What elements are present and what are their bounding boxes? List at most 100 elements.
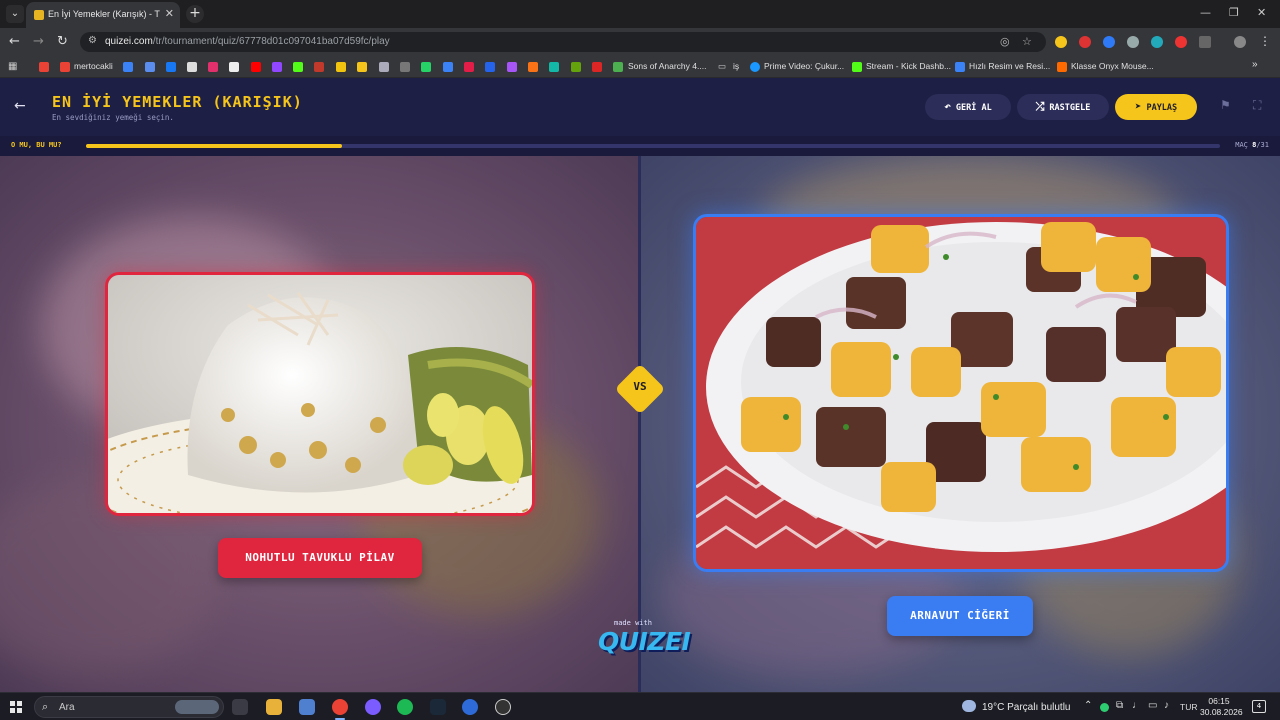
reload-icon[interactable]: ↻ (57, 34, 68, 49)
restore-icon[interactable]: ❐ (1229, 6, 1239, 19)
bookmark-icon[interactable] (464, 62, 474, 72)
random-button[interactable]: ⤮ RASTGELE (1017, 94, 1109, 120)
gmail-icon[interactable] (39, 62, 49, 72)
new-tab-button[interactable]: + (186, 5, 204, 23)
bookmark-klasse-onyx[interactable]: Klasse Onyx Mouse... (1071, 61, 1154, 71)
pilaf-image (108, 275, 532, 513)
browser-tab[interactable]: En İyi Yemekler (Karışık) - Tier Li ✕ (26, 2, 180, 28)
instagram-icon[interactable] (208, 62, 218, 72)
browser-back-icon[interactable]: ← (9, 34, 20, 49)
app-icon[interactable] (462, 699, 478, 715)
share-button[interactable]: ➤ PAYLAŞ (1115, 94, 1197, 120)
bookmark-icon[interactable] (485, 62, 495, 72)
kick-icon[interactable] (852, 62, 862, 72)
network-icon[interactable]: ▭ (1148, 700, 1157, 711)
more-bookmarks-icon[interactable]: » (1252, 59, 1258, 70)
chrome-icon[interactable] (332, 699, 348, 715)
language-indicator[interactable]: TUR (1180, 702, 1197, 712)
tray-app-icon[interactable]: ⧉ (1116, 700, 1123, 711)
bookmark-mertocakli[interactable]: mertocakli (74, 61, 113, 71)
eye-off-icon[interactable]: ◎ (1000, 35, 1010, 48)
bookmark-icon[interactable] (379, 62, 389, 72)
discord-icon[interactable] (365, 699, 381, 715)
right-option-button[interactable]: ARNAVUT CİĞERİ (887, 596, 1033, 636)
left-option-button[interactable]: NOHUTLU TAVUKLU PİLAV (218, 538, 422, 578)
undo-button[interactable]: ↶ GERİ AL (925, 94, 1011, 120)
windows-start-icon[interactable] (10, 701, 22, 713)
center-divider (638, 156, 641, 692)
app-icon[interactable] (495, 699, 511, 715)
back-arrow-icon[interactable]: ← (14, 98, 26, 114)
weather-widget[interactable]: 19°C Parçalı bulutlu (962, 700, 1071, 713)
bookmark-sons-of-anarchy[interactable]: Sons of Anarchy 4.... (628, 61, 706, 71)
notifications-icon[interactable]: 4 (1252, 700, 1266, 713)
close-window-icon[interactable]: ✕ (1257, 6, 1266, 19)
tab-search-button[interactable]: ⌄ (6, 5, 24, 23)
bookmark-icon[interactable] (314, 62, 324, 72)
tab-close-icon[interactable]: ✕ (165, 7, 174, 20)
calculator-icon[interactable] (299, 699, 315, 715)
fullscreen-icon[interactable]: ⛶ (1253, 98, 1261, 113)
left-option-card[interactable] (105, 272, 535, 516)
task-view-icon[interactable] (232, 699, 248, 715)
bookmark-kick-dashboard[interactable]: Stream - Kick Dashb... (866, 61, 951, 71)
flag-icon[interactable]: ⚑ (1220, 98, 1231, 112)
google-icon[interactable] (187, 62, 197, 72)
bookmark-icon[interactable] (592, 62, 602, 72)
whatsapp-icon[interactable] (421, 62, 431, 72)
minimize-icon[interactable]: — (1200, 6, 1211, 19)
extensions-puzzle-icon[interactable] (1199, 36, 1211, 48)
steam-icon[interactable] (430, 699, 446, 715)
extension-icon[interactable] (1055, 36, 1067, 48)
tray-status-icon[interactable] (1100, 703, 1109, 712)
extension-icon[interactable] (1079, 36, 1091, 48)
bookmark-icon[interactable] (571, 62, 581, 72)
microphone-icon[interactable]: ♩ (1132, 700, 1142, 711)
folder-icon[interactable]: ▭ (718, 61, 726, 72)
x-icon[interactable] (229, 62, 239, 72)
github-icon[interactable] (400, 62, 410, 72)
taskbar-search[interactable]: ⌕ Ara (34, 696, 224, 718)
site-info-icon[interactable]: ⚙ (88, 35, 97, 46)
bookmark-hizli-resim[interactable]: Hızlı Resim ve Resi... (969, 61, 1050, 71)
twitch-icon[interactable] (272, 62, 282, 72)
extension-icon[interactable] (1127, 36, 1139, 48)
apps-grid-icon[interactable]: ▦ (8, 61, 17, 72)
url-field[interactable]: ⚙ quizei.com/tr/tournament/quiz/67778d01… (80, 32, 1046, 52)
extension-icon[interactable] (1175, 36, 1187, 48)
search-icon: ⌕ (42, 700, 49, 713)
extension-icon[interactable] (1151, 36, 1163, 48)
tray-chevron-icon[interactable]: ⌃ (1084, 700, 1092, 711)
bookmark-icon[interactable] (60, 62, 70, 72)
volume-icon[interactable]: ♪ (1164, 700, 1169, 711)
bookmark-icon[interactable] (357, 62, 367, 72)
bookmark-star-icon[interactable]: ☆ (1022, 35, 1032, 48)
bookmark-icon[interactable] (528, 62, 538, 72)
file-explorer-icon[interactable] (266, 699, 282, 715)
youtube-icon[interactable] (251, 62, 261, 72)
bookmark-folder-is[interactable]: iş (733, 61, 739, 71)
extension-icon[interactable] (1103, 36, 1115, 48)
bookmark-icon[interactable] (123, 62, 133, 72)
kick-icon[interactable] (293, 62, 303, 72)
facebook-icon[interactable] (166, 62, 176, 72)
bookmark-icon[interactable] (443, 62, 453, 72)
url-text: quizei.com/tr/tournament/quiz/67778d01c0… (105, 36, 390, 47)
bookmark-icon[interactable] (613, 62, 623, 72)
profile-avatar[interactable] (1234, 36, 1246, 48)
right-option-card[interactable] (693, 214, 1229, 572)
bookmark-icon[interactable] (1057, 62, 1067, 72)
browser-forward-icon[interactable]: → (33, 34, 44, 49)
prime-video-icon[interactable] (750, 62, 760, 72)
browser-menu-icon[interactable]: ⋮ (1259, 34, 1271, 48)
bookmark-icon[interactable] (507, 62, 517, 72)
spotify-icon[interactable] (397, 699, 413, 715)
bookmarks-bar: ▦ mertocakli Sons of Anarchy 4.... ▭ iş … (0, 56, 1280, 78)
bookmark-prime-video[interactable]: Prime Video: Çukur... (764, 61, 844, 71)
bookmark-icon[interactable] (145, 62, 155, 72)
bookmark-icon[interactable] (336, 62, 346, 72)
bookmark-icon[interactable] (955, 62, 965, 72)
quizei-logo[interactable]: QUIZEI (598, 627, 691, 656)
clock[interactable]: 06:15 30.08.2026 (1200, 696, 1243, 718)
bookmark-icon[interactable] (549, 62, 559, 72)
